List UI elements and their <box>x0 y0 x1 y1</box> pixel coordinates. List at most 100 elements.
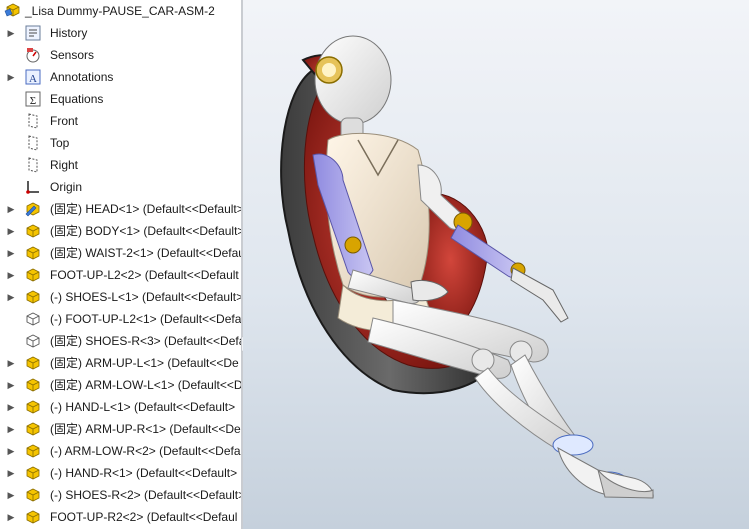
part-icon <box>24 266 42 284</box>
expand-arrow-icon <box>6 93 16 105</box>
tree-item-label: Origin <box>50 180 83 194</box>
tree-item[interactable]: Origin <box>0 176 241 198</box>
tree-item[interactable]: Right <box>0 154 241 176</box>
history-icon <box>24 24 42 42</box>
tree-item-label: (-) SHOES-R<2> (Default<<Default> <box>50 488 241 502</box>
tree-item[interactable]: ▶ (固定) BODY<1> (Default<<Default> <box>0 220 241 242</box>
tree-item[interactable]: ▶ (-) ARM-LOW-R<2> (Default<<Defa <box>0 440 241 462</box>
expand-arrow-icon[interactable]: ▶ <box>6 467 16 479</box>
expand-arrow-icon[interactable]: ▶ <box>6 225 16 237</box>
equations-icon: Σ <box>24 90 42 108</box>
tree-item-label: FOOT-UP-R2<2> (Default<<Defaul <box>50 510 238 524</box>
tree-item[interactable]: ▶ (-) HAND-R<1> (Default<<Default> <box>0 462 241 484</box>
tree-item-label: Right <box>50 158 79 172</box>
expand-arrow-icon[interactable]: ▶ <box>6 27 16 39</box>
tree-item[interactable]: ▶ (固定) WAIST-2<1> (Default<<Defau <box>0 242 241 264</box>
tree-item[interactable]: ▶ FOOT-UP-L2<2> (Default<<Default <box>0 264 241 286</box>
tree-item-label: (-) HAND-L<1> (Default<<Default> <box>50 400 236 414</box>
expand-arrow-icon[interactable]: ▶ <box>6 489 16 501</box>
tree-item[interactable]: Top <box>0 132 241 154</box>
tree-item[interactable]: ▶ (固定) ARM-UP-R<1> (Default<<De <box>0 418 241 440</box>
tree-item[interactable]: (-) FOOT-UP-L2<1> (Default<<Defa <box>0 308 241 330</box>
svg-text:Σ: Σ <box>30 95 36 107</box>
expand-arrow-icon[interactable]: ▶ <box>6 71 16 83</box>
expand-arrow-icon[interactable]: ▶ <box>6 445 16 457</box>
tree-item[interactable]: Σ Equations <box>0 88 241 110</box>
expand-arrow-icon <box>6 49 16 61</box>
part-icon <box>24 464 42 482</box>
tree-item-label: (固定) ARM-UP-L<1> (Default<<De <box>50 356 239 370</box>
svg-text:A: A <box>29 73 37 85</box>
expand-arrow-icon <box>6 313 16 325</box>
tree-item-label: Sensors <box>50 48 95 62</box>
tree-item-label: Annotations <box>50 70 114 84</box>
part-icon <box>24 222 42 240</box>
assembly-name: _Lisa Dummy-PAUSE_CAR-ASM-2 <box>25 4 215 18</box>
expand-arrow-icon[interactable]: ▶ <box>6 423 16 435</box>
part-outline-icon <box>24 332 42 350</box>
part-icon <box>24 288 42 306</box>
tree-item[interactable]: ▶ (固定) ARM-LOW-L<1> (Default<<D <box>0 374 241 396</box>
part-icon <box>24 486 42 504</box>
tree-item-label: Equations <box>50 92 104 106</box>
annotations-icon: A <box>24 68 42 86</box>
expand-arrow-icon[interactable]: ▶ <box>6 379 16 391</box>
sensors-icon <box>24 46 42 64</box>
tree-item-label: Top <box>50 136 70 150</box>
tree-item-label: (固定) WAIST-2<1> (Default<<Defau <box>50 246 241 260</box>
tree-item-label: (固定) ARM-UP-R<1> (Default<<De <box>50 422 241 436</box>
expand-arrow-icon[interactable]: ▶ <box>6 291 16 303</box>
tree-root-assembly[interactable]: _Lisa Dummy-PAUSE_CAR-ASM-2 <box>0 0 241 22</box>
tree-item-label: (固定) SHOES-R<3> (Default<<Defa <box>50 334 241 348</box>
part-icon <box>24 354 42 372</box>
part-outline-icon <box>24 310 42 328</box>
part-icon <box>24 244 42 262</box>
tree-item[interactable]: ▶ (-) SHOES-L<1> (Default<<Default> <box>0 286 241 308</box>
part-icon <box>24 508 42 526</box>
tree-item[interactable]: ▶ (固定) ARM-UP-L<1> (Default<<De <box>0 352 241 374</box>
tree-item[interactable]: ▶ (固定) HEAD<1> (Default<<Default> <box>0 198 241 220</box>
tree-item-label: (-) ARM-LOW-R<2> (Default<<Defa <box>50 444 241 458</box>
tree-item-label: (-) HAND-R<1> (Default<<Default> <box>50 466 238 480</box>
expand-arrow-icon[interactable]: ▶ <box>6 269 16 281</box>
part-edit-icon <box>24 200 42 218</box>
tree-item[interactable]: ▶ FOOT-UP-R2<2> (Default<<Defaul <box>0 506 241 528</box>
expand-arrow-icon <box>6 115 16 127</box>
tree-item-label: (固定) HEAD<1> (Default<<Default> <box>50 202 241 216</box>
part-icon <box>24 420 42 438</box>
part-icon <box>24 376 42 394</box>
tree-item-label: (-) FOOT-UP-L2<1> (Default<<Defa <box>50 312 241 326</box>
expand-arrow-icon <box>6 181 16 193</box>
tree-item[interactable]: ▶ (-) SHOES-R<2> (Default<<Default> <box>0 484 241 506</box>
graphics-area[interactable] <box>243 0 749 529</box>
plane-icon <box>24 134 42 152</box>
plane-icon <box>24 112 42 130</box>
tree-item[interactable]: (固定) SHOES-R<3> (Default<<Defa <box>0 330 241 352</box>
tree-item-label: Front <box>50 114 79 128</box>
tree-item[interactable]: Front <box>0 110 241 132</box>
part-icon <box>24 398 42 416</box>
expand-arrow-icon <box>6 159 16 171</box>
tree-item-label: (固定) ARM-LOW-L<1> (Default<<D <box>50 378 241 392</box>
tree-item[interactable]: ▶ (-) HAND-L<1> (Default<<Default> <box>0 396 241 418</box>
expand-arrow-icon <box>6 137 16 149</box>
expand-arrow-icon[interactable]: ▶ <box>6 357 16 369</box>
tree-item-label: History <box>50 26 88 40</box>
dummy-legs <box>367 299 654 499</box>
expand-arrow-icon[interactable]: ▶ <box>6 401 16 413</box>
tree-item-label: (-) SHOES-L<1> (Default<<Default> <box>50 290 241 304</box>
origin-icon <box>24 178 42 196</box>
expand-arrow-icon[interactable]: ▶ <box>6 247 16 259</box>
tree-item-label: (固定) BODY<1> (Default<<Default> <box>50 224 241 238</box>
expand-arrow-icon[interactable]: ▶ <box>6 203 16 215</box>
expand-arrow-icon[interactable]: ▶ <box>6 511 16 523</box>
feature-manager-tree: _Lisa Dummy-PAUSE_CAR-ASM-2 ▶ History Sens… <box>0 0 241 529</box>
part-icon <box>24 442 42 460</box>
model-3d-view <box>280 35 654 499</box>
tree-item[interactable]: ▶ History <box>0 22 241 44</box>
tree-item[interactable]: Sensors <box>0 44 241 66</box>
expand-arrow-icon <box>6 335 16 347</box>
tree-item-label: FOOT-UP-L2<2> (Default<<Default <box>50 268 239 282</box>
plane-icon <box>24 156 42 174</box>
tree-item[interactable]: ▶ A Annotations <box>0 66 241 88</box>
